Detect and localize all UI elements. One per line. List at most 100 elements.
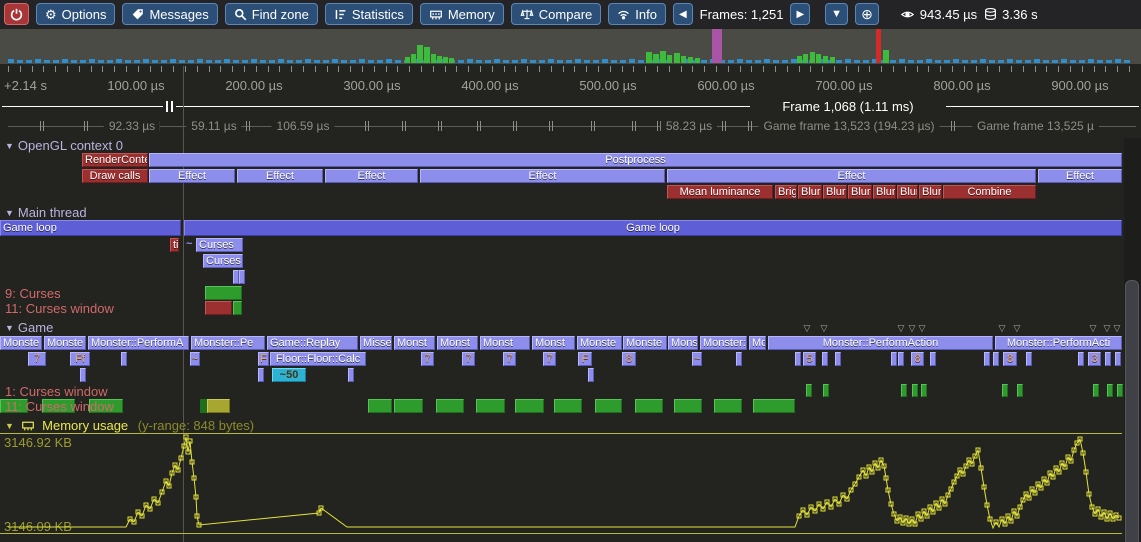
zone[interactable]: Monste bbox=[623, 336, 667, 350]
statistics-button[interactable]: Statistics bbox=[325, 3, 413, 25]
messages-button[interactable]: Messages bbox=[122, 3, 217, 25]
zone[interactable]: Missed bbox=[360, 336, 392, 350]
zone[interactable]: 7 bbox=[462, 352, 475, 366]
zone-tick[interactable] bbox=[835, 352, 841, 366]
section-header[interactable]: ▼OpenGL context 0 bbox=[5, 138, 123, 153]
zone-tick[interactable] bbox=[993, 352, 999, 366]
section-header[interactable]: ▼Game bbox=[5, 320, 53, 335]
compare-button[interactable]: Compare bbox=[511, 3, 601, 25]
message-marker-icon[interactable]: ▽ bbox=[1090, 324, 1097, 333]
zone[interactable]: Monster::PerformA bbox=[88, 336, 189, 350]
zone[interactable]: Blur bbox=[897, 185, 918, 199]
scrollbar-thumb[interactable] bbox=[1125, 280, 1139, 542]
zone-tick[interactable] bbox=[207, 399, 230, 413]
zone-tick[interactable] bbox=[1117, 384, 1123, 397]
zone[interactable]: Brigh bbox=[775, 185, 797, 199]
zone[interactable]: Monster::PerformAction bbox=[768, 336, 993, 350]
message-marker-icon[interactable]: ▽ bbox=[1114, 324, 1121, 333]
zone-tick[interactable] bbox=[714, 399, 742, 413]
zone[interactable]: Blur bbox=[823, 185, 847, 199]
zone[interactable]: Game loop bbox=[0, 220, 181, 236]
zone-tick[interactable] bbox=[239, 270, 245, 284]
zone[interactable]: Blur bbox=[848, 185, 872, 199]
zone[interactable]: Draw calls bbox=[82, 169, 148, 183]
zone-tick[interactable] bbox=[588, 368, 594, 382]
zone[interactable]: Ff bbox=[70, 352, 90, 366]
zone-tick[interactable] bbox=[806, 384, 812, 397]
message-marker-icon[interactable]: ▽ bbox=[999, 324, 1006, 333]
zone[interactable]: Effect bbox=[149, 169, 235, 183]
zone-tick[interactable] bbox=[898, 352, 904, 366]
zone-tick[interactable] bbox=[912, 384, 918, 397]
zone-tick[interactable] bbox=[822, 352, 828, 366]
frame-overview-graph[interactable] bbox=[0, 29, 1141, 64]
zone[interactable]: Game loop bbox=[184, 220, 1122, 236]
zone[interactable]: Postprocess bbox=[149, 153, 1122, 167]
message-marker-icon[interactable]: ▽ bbox=[919, 324, 926, 333]
zone-tick[interactable] bbox=[476, 399, 505, 413]
zone-tick[interactable] bbox=[635, 399, 663, 413]
zone[interactable]: Monste bbox=[0, 336, 42, 350]
zone-tick[interactable] bbox=[901, 384, 907, 397]
zone-tick[interactable] bbox=[753, 399, 795, 413]
info-button[interactable]: Info bbox=[608, 3, 666, 25]
zone-tick[interactable] bbox=[1017, 384, 1023, 397]
zone[interactable]: RenderConte bbox=[82, 153, 148, 167]
shutdown-button[interactable] bbox=[4, 3, 29, 25]
zone[interactable]: 7 bbox=[28, 352, 46, 366]
zone[interactable]: 8 bbox=[911, 352, 924, 366]
zone-tick[interactable] bbox=[1115, 352, 1121, 366]
zone[interactable]: Blur bbox=[919, 185, 942, 199]
zone[interactable]: Monst bbox=[437, 336, 478, 350]
zone-tick[interactable] bbox=[258, 368, 264, 382]
zone-tick[interactable] bbox=[80, 368, 86, 382]
zone-tick[interactable] bbox=[595, 399, 622, 413]
zone[interactable]: Monst bbox=[480, 336, 530, 350]
zone[interactable]: Effect bbox=[1038, 169, 1122, 183]
zone-tick[interactable] bbox=[348, 368, 354, 382]
message-marker-icon[interactable]: ▽ bbox=[804, 324, 811, 333]
memory-usage-chart[interactable] bbox=[0, 424, 1141, 542]
zone[interactable]: Monst bbox=[532, 336, 575, 350]
zone[interactable]: Monste bbox=[44, 336, 86, 350]
zone-tick[interactable] bbox=[1078, 352, 1084, 366]
zone-tick[interactable] bbox=[795, 352, 801, 366]
zone[interactable]: 8 bbox=[1003, 352, 1017, 366]
message-marker-icon[interactable]: ▽ bbox=[1104, 324, 1111, 333]
prev-frame-button[interactable]: ◀ bbox=[673, 3, 693, 25]
zone-tick[interactable] bbox=[674, 399, 702, 413]
zone-tick[interactable] bbox=[930, 352, 936, 366]
zone-tick[interactable] bbox=[368, 399, 392, 413]
zone-tick[interactable] bbox=[1107, 384, 1113, 397]
message-marker-icon[interactable]: ▽ bbox=[898, 324, 905, 333]
options-button[interactable]: ⚙ Options bbox=[36, 3, 115, 25]
zone[interactable]: 3 bbox=[1088, 352, 1101, 366]
zone[interactable]: Game::Replay bbox=[267, 336, 358, 350]
zoom-out-button[interactable]: ▼ bbox=[825, 3, 848, 25]
zone[interactable]: Combine bbox=[943, 185, 1036, 199]
zone[interactable]: Mons bbox=[668, 336, 698, 350]
zone[interactable]: 5 bbox=[803, 352, 816, 366]
vertical-scrollbar[interactable] bbox=[1124, 138, 1141, 542]
message-marker-icon[interactable]: ▽ bbox=[821, 324, 828, 333]
zone-tick[interactable] bbox=[921, 384, 927, 397]
zone[interactable]: Curses bbox=[203, 254, 243, 268]
section-header[interactable]: ▼Main thread bbox=[5, 205, 87, 220]
zone[interactable]: Monster::Pe bbox=[700, 336, 747, 350]
zone[interactable]: ~ bbox=[692, 352, 702, 366]
zone[interactable]: 8 bbox=[622, 352, 636, 366]
zone[interactable]: Floor::Floor::Calc bbox=[270, 352, 366, 366]
zone[interactable]: Curses bbox=[196, 238, 243, 252]
zone-tick[interactable] bbox=[121, 352, 127, 366]
zone[interactable]: Monst bbox=[394, 336, 435, 350]
next-frame-button[interactable]: ▶ bbox=[790, 3, 810, 25]
zone[interactable]: F bbox=[258, 352, 269, 366]
zone[interactable]: Monste bbox=[577, 336, 622, 350]
zone-tick[interactable] bbox=[436, 399, 464, 413]
zone[interactable]: 7 bbox=[421, 352, 434, 366]
zone-tick[interactable] bbox=[394, 399, 423, 413]
zone[interactable]: Effect bbox=[237, 169, 323, 183]
zone-tick[interactable] bbox=[984, 352, 990, 366]
zone-tick[interactable] bbox=[205, 301, 232, 315]
zone-tick[interactable] bbox=[736, 352, 742, 366]
